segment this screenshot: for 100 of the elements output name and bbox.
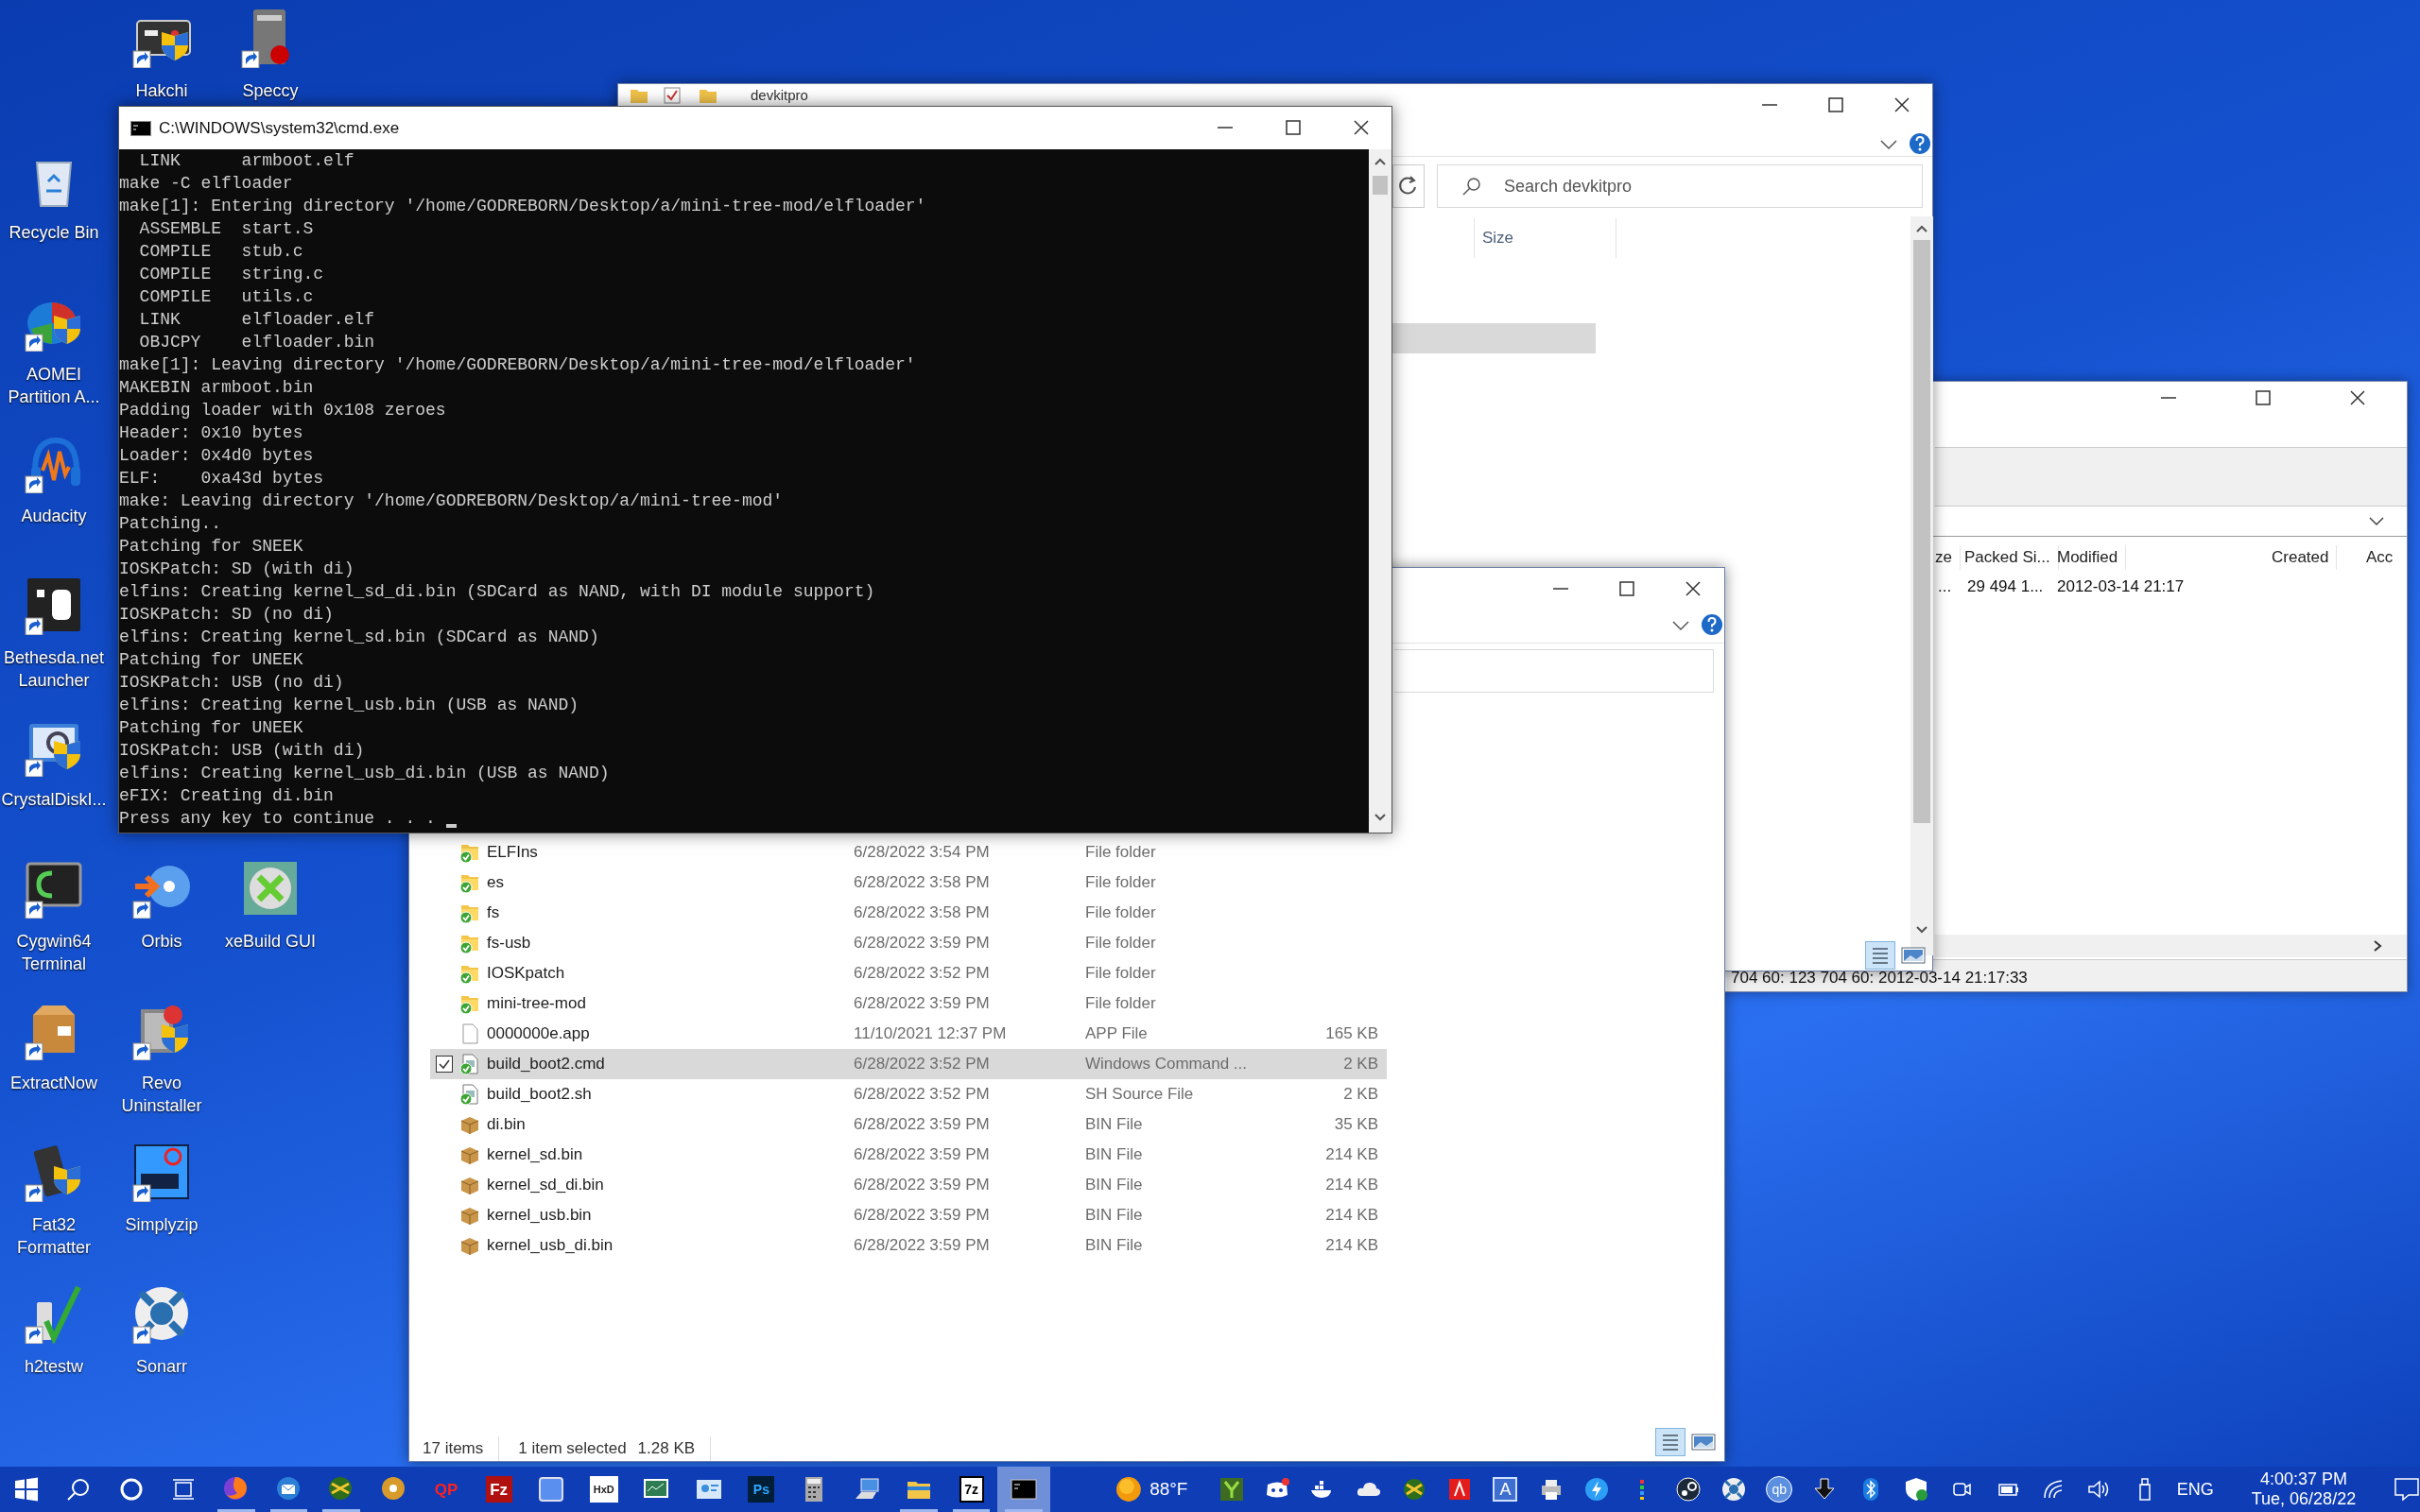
app-icon[interactable]: HxD bbox=[589, 1476, 618, 1503]
column-header[interactable]: Size bbox=[1474, 218, 1617, 258]
terminal-icon bbox=[130, 120, 151, 136]
table-cell-text: 6/28/2022 3:59 PM bbox=[854, 1235, 991, 1257]
file-name[interactable]: IOSKpatch bbox=[487, 961, 854, 986]
scroll-up-icon[interactable] bbox=[1374, 157, 1387, 166]
chevron-icon[interactable] bbox=[1879, 138, 1898, 151]
console-line: Patching for UNEEK bbox=[119, 717, 303, 739]
app-icon[interactable] bbox=[1219, 1477, 1244, 1502]
app-icon[interactable]: Ps bbox=[748, 1476, 775, 1503]
details-view-icon[interactable] bbox=[1655, 1428, 1685, 1456]
file-name[interactable]: di.bin bbox=[487, 1112, 854, 1137]
maximize-icon[interactable] bbox=[1826, 95, 1845, 114]
console-line: COMPILE stub.c bbox=[138, 241, 303, 263]
satellite-icon[interactable] bbox=[1720, 1477, 1746, 1502]
table-cell-text: 6/28/2022 3:59 PM bbox=[854, 1114, 991, 1136]
file-name[interactable]: kernel_usb_di.bin bbox=[487, 1233, 854, 1258]
file-name[interactable]: 0000000e.app bbox=[487, 1022, 854, 1046]
search-icon[interactable] bbox=[66, 1477, 92, 1502]
horizontal-scrollbar[interactable] bbox=[1935, 935, 2407, 957]
preview-view-icon[interactable] bbox=[1901, 945, 1926, 966]
windows-logo-icon[interactable] bbox=[13, 1477, 39, 1502]
table-cell: SH Source File bbox=[1085, 1085, 1194, 1104]
envelope-icon[interactable] bbox=[275, 1476, 302, 1503]
console-line: make -C elfloader bbox=[119, 173, 293, 195]
close-icon[interactable] bbox=[1893, 95, 1911, 114]
circle-icon[interactable] bbox=[118, 1477, 144, 1502]
sun-icon[interactable] bbox=[1115, 1476, 1143, 1503]
table-cell-text: 2012-03-14 21:17 bbox=[2057, 576, 2185, 597]
details-view-icon[interactable] bbox=[1865, 941, 1895, 970]
console-line: Patching for UNEEK bbox=[119, 649, 303, 671]
column-header[interactable]: Created bbox=[2272, 545, 2338, 570]
table-cell: File folder bbox=[1085, 994, 1156, 1013]
language-indicator[interactable]: ENG bbox=[2176, 1476, 2214, 1503]
column-header[interactable]: ze bbox=[1935, 545, 1961, 570]
item-count: 17 items bbox=[423, 1436, 500, 1461]
preview-view-icon[interactable] bbox=[1691, 1432, 1716, 1452]
column-header[interactable]: Modified bbox=[2057, 545, 2127, 570]
app-icon[interactable]: A bbox=[1493, 1477, 1518, 1502]
weather-temperature[interactable]: 88°F bbox=[1150, 1475, 1188, 1503]
checkbox[interactable] bbox=[436, 1056, 453, 1073]
file-name[interactable]: build_boot2.cmd bbox=[487, 1052, 854, 1076]
zip-tile-icon[interactable] bbox=[131, 1142, 192, 1202]
search-field[interactable]: Search devkitpro bbox=[1437, 164, 1923, 208]
selected-row[interactable]: build_boot2.cmd 6/28/2022 3:52 PM Windows Command ... 2 KB bbox=[430, 1049, 1387, 1079]
file-name[interactable]: build_boot2.sh bbox=[487, 1082, 854, 1107]
table-cell: 2 KB bbox=[1343, 1085, 1378, 1104]
column-header[interactable]: Packed Si... bbox=[1964, 545, 2059, 570]
download-icon[interactable] bbox=[1812, 1477, 1838, 1502]
file-name[interactable]: fs bbox=[487, 901, 854, 925]
help-icon[interactable] bbox=[1701, 613, 1723, 636]
disc-icon[interactable] bbox=[380, 1476, 407, 1503]
globe-icon[interactable] bbox=[1401, 1477, 1426, 1502]
file-name[interactable]: kernel_sd_di.bin bbox=[487, 1173, 854, 1197]
scroll-down-icon[interactable] bbox=[1374, 813, 1387, 822]
checkmark-icon[interactable] bbox=[664, 87, 681, 104]
input-field[interactable] bbox=[1394, 649, 1714, 693]
scrollbar-thumb[interactable] bbox=[1373, 176, 1388, 195]
refresh-icon[interactable] bbox=[1392, 164, 1425, 208]
lightning-icon[interactable] bbox=[1584, 1477, 1609, 1502]
maximize-icon[interactable] bbox=[1617, 579, 1636, 598]
file-name[interactable]: mini-tree-mod bbox=[487, 991, 854, 1016]
table-cell: APP File bbox=[1085, 1024, 1148, 1043]
table-cell: 165 KB bbox=[1325, 1024, 1378, 1043]
document-icon[interactable] bbox=[1447, 1477, 1473, 1502]
file-name[interactable]: kernel_sd.bin bbox=[487, 1143, 854, 1167]
app-icon[interactable]: Fz bbox=[485, 1476, 512, 1503]
file-name[interactable]: fs-usb bbox=[487, 931, 854, 955]
usb-check-icon[interactable] bbox=[24, 1283, 84, 1344]
column-header[interactable]: Acc bbox=[2366, 545, 2396, 570]
close-icon[interactable] bbox=[2348, 388, 2367, 407]
task-view-icon[interactable] bbox=[171, 1477, 197, 1502]
icon-label: Simplyzip bbox=[124, 1214, 199, 1236]
cursor bbox=[445, 824, 457, 828]
vertical-scrollbar[interactable] bbox=[1369, 149, 1392, 833]
scroll-up-icon[interactable] bbox=[1915, 224, 1928, 233]
scroll-down-icon[interactable] bbox=[1915, 925, 1928, 935]
app-icon[interactable]: 7z bbox=[959, 1476, 984, 1503]
console-line: Padding loader with 0x108 zeroes bbox=[119, 400, 446, 421]
vertical-scrollbar[interactable] bbox=[1910, 216, 1933, 955]
help-icon[interactable] bbox=[1909, 132, 1931, 155]
table-cell-text: 6/28/2022 3:52 PM bbox=[854, 1084, 991, 1106]
gamepad-logo-icon[interactable] bbox=[1675, 1477, 1701, 1502]
maximize-icon[interactable] bbox=[2254, 388, 2273, 407]
close-icon[interactable] bbox=[1352, 118, 1371, 137]
notification-icon[interactable] bbox=[2394, 1477, 2420, 1502]
close-icon[interactable] bbox=[1684, 579, 1703, 598]
table-cell: 214 KB bbox=[1325, 1145, 1378, 1164]
file-name[interactable]: es bbox=[487, 870, 854, 895]
clock-time[interactable]: 4:00:37 PM bbox=[2259, 1469, 2347, 1489]
scrollbar-thumb[interactable] bbox=[1913, 240, 1930, 823]
maximize-icon[interactable] bbox=[1284, 118, 1303, 137]
clock-date[interactable]: Tue, 06/28/22 bbox=[2251, 1489, 2357, 1509]
shield-icon[interactable] bbox=[1904, 1477, 1929, 1502]
terminal-icon[interactable] bbox=[1011, 1476, 1038, 1503]
globe-icon[interactable] bbox=[222, 1476, 250, 1503]
window-icon[interactable] bbox=[538, 1476, 565, 1503]
file-name[interactable]: ELFIns bbox=[487, 840, 854, 865]
file-name[interactable]: kernel_usb.bin bbox=[487, 1203, 854, 1228]
chevron-icon[interactable] bbox=[1671, 619, 1690, 632]
